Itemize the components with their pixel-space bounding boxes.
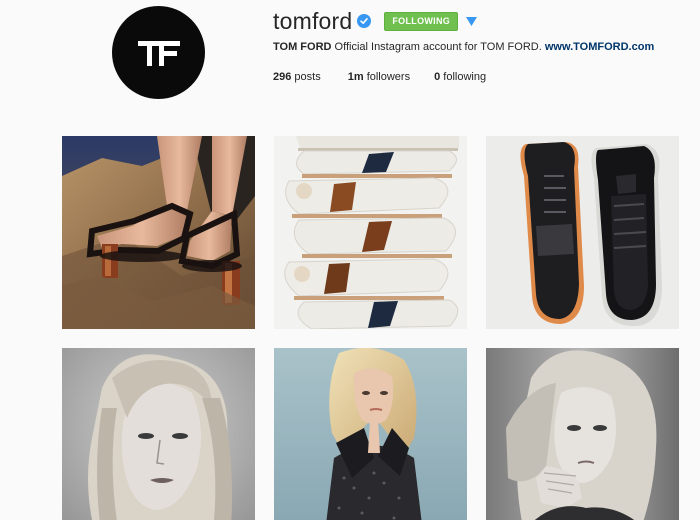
post-thumbnail[interactable] bbox=[62, 348, 255, 520]
profile-header: tomford FOLLOWING TOM FORD Official Inst… bbox=[273, 6, 693, 84]
following-count: 0 bbox=[434, 71, 441, 83]
stat-followers[interactable]: 1m followers bbox=[348, 70, 410, 84]
post-image bbox=[62, 348, 255, 520]
following-label: following bbox=[443, 71, 487, 83]
post-thumbnail[interactable] bbox=[486, 348, 679, 520]
posts-label: posts bbox=[294, 71, 321, 83]
post-thumbnail[interactable] bbox=[274, 136, 467, 329]
post-image bbox=[62, 136, 255, 329]
post-thumbnail[interactable] bbox=[62, 136, 255, 329]
username: tomford bbox=[273, 8, 353, 34]
tf-logo bbox=[138, 41, 180, 66]
caret-down-icon[interactable] bbox=[465, 15, 477, 27]
avatar[interactable] bbox=[112, 6, 205, 99]
post-thumbnail[interactable] bbox=[274, 348, 467, 520]
stat-posts[interactable]: 296 posts bbox=[273, 70, 321, 84]
stats: 296 posts 1m followers 0 following bbox=[273, 70, 693, 84]
verified-check-icon bbox=[357, 14, 372, 28]
bio-text: Official Instagram account for TOM FORD. bbox=[334, 41, 542, 53]
post-thumbnail[interactable] bbox=[486, 136, 679, 329]
following-button[interactable]: FOLLOWING bbox=[384, 11, 459, 31]
bio-link[interactable]: www.TOMFORD.com bbox=[545, 41, 654, 53]
bio: TOM FORD Official Instagram account for … bbox=[273, 40, 693, 54]
followers-label: followers bbox=[366, 71, 411, 83]
followers-count: 1m bbox=[347, 71, 364, 83]
post-image bbox=[274, 136, 467, 329]
post-image bbox=[486, 348, 679, 520]
post-image bbox=[274, 348, 467, 520]
posts-count: 296 bbox=[273, 71, 292, 83]
posts-grid bbox=[62, 136, 680, 520]
title-row: tomford FOLLOWING bbox=[273, 6, 693, 36]
bio-name: TOM FORD bbox=[273, 41, 332, 53]
post-image bbox=[486, 136, 679, 329]
stat-following[interactable]: 0 following bbox=[434, 70, 486, 84]
